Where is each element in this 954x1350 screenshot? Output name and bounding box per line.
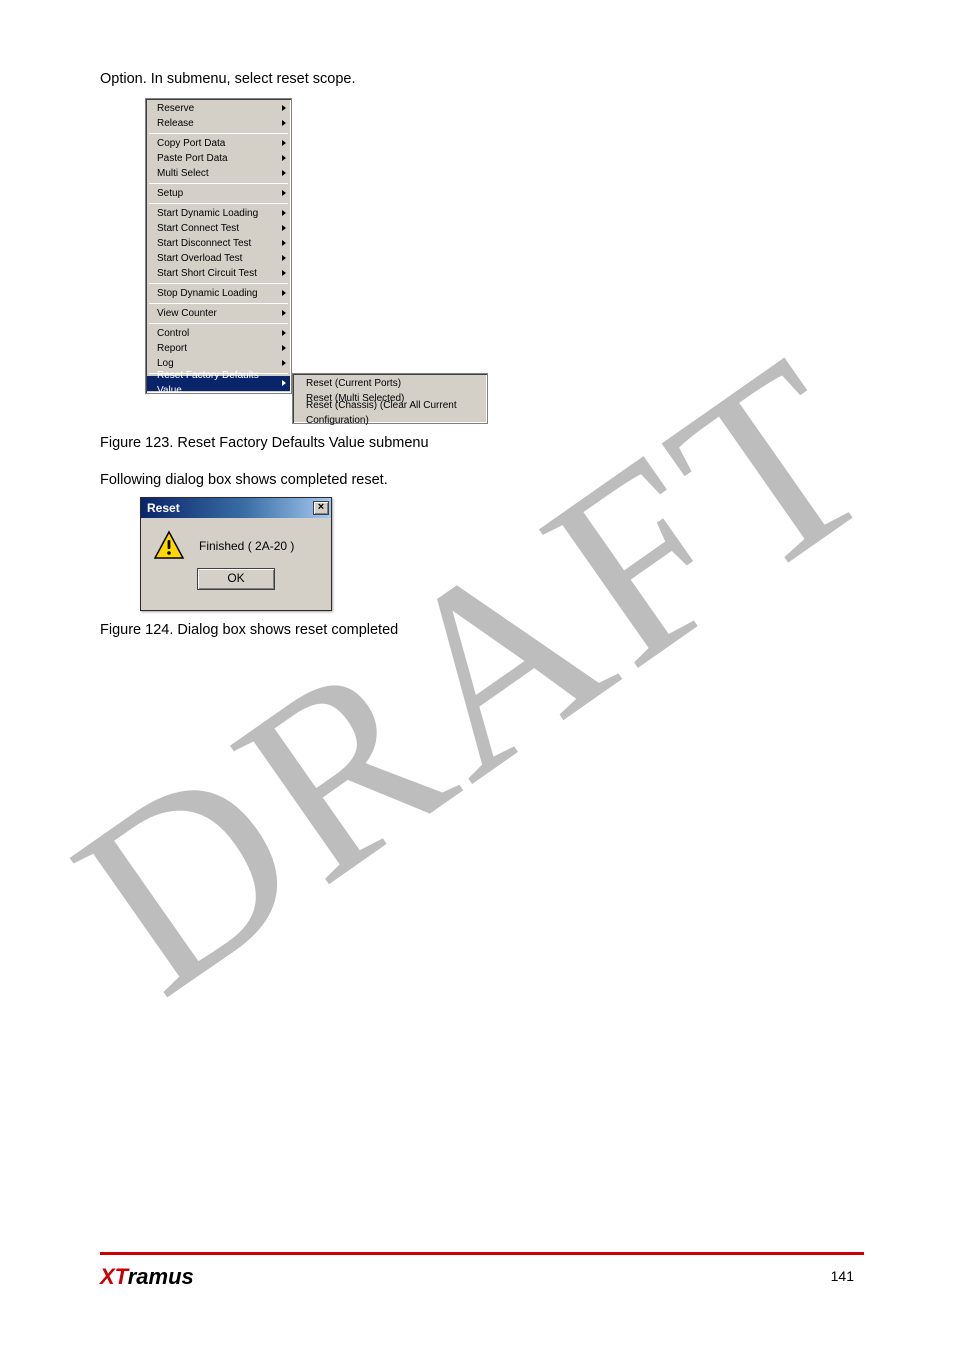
submenu-arrow-icon: [282, 270, 286, 276]
menu-item-start-dynamic-loading[interactable]: Start Dynamic Loading: [147, 206, 290, 221]
menu-item-label: Paste Port Data: [157, 151, 228, 166]
menu-item-label: Multi Select: [157, 166, 209, 181]
submenu-arrow-icon: [282, 105, 286, 111]
menu-item-control[interactable]: Control: [147, 326, 290, 341]
submenu-arrow-icon: [282, 190, 286, 196]
menu-item-label: Reserve: [157, 101, 194, 116]
menu-item-reserve[interactable]: Reserve: [147, 101, 290, 116]
footer-brand-prefix: XT: [100, 1264, 128, 1289]
menu-item-start-overload-test[interactable]: Start Overload Test: [147, 251, 290, 266]
menu-item-label: Report: [157, 341, 187, 356]
menu-item-paste-port-data[interactable]: Paste Port Data: [147, 151, 290, 166]
dialog-title: Reset: [147, 501, 180, 515]
menu-item-start-connect-test[interactable]: Start Connect Test: [147, 221, 290, 236]
submenu-arrow-icon: [282, 225, 286, 231]
submenu-arrow-icon: [282, 155, 286, 161]
submenu-arrow-icon: [282, 120, 286, 126]
menu-separator: [149, 283, 288, 284]
footer-brand-suffix: ramus: [128, 1264, 194, 1289]
submenu-arrow-icon: [282, 310, 286, 316]
intro-text: Option. In submenu, select reset scope.: [100, 70, 854, 90]
figure-124-caption: Figure 124. Dialog box shows reset compl…: [100, 621, 854, 641]
menu-item-copy-port-data[interactable]: Copy Port Data: [147, 136, 290, 151]
dialog-message: Finished ( 2A-20 ): [199, 539, 294, 553]
menu-item-label: Copy Port Data: [157, 136, 225, 151]
menu-item-label: Release: [157, 116, 194, 131]
submenu-arrow-icon: [282, 330, 286, 336]
submenu-arrow-icon: [282, 345, 286, 351]
menu-item-label: Control: [157, 326, 189, 341]
menu-separator: [149, 133, 288, 134]
reset-dialog: Reset × Finished ( 2A-20 ) OK: [140, 497, 332, 611]
figure-123-caption: Figure 123. Reset Factory Defaults Value…: [100, 434, 854, 454]
menu-item-label: Start Overload Test: [157, 251, 242, 266]
menu-item-multi-select[interactable]: Multi Select: [147, 166, 290, 181]
menu-separator: [149, 183, 288, 184]
menu-item-label: Start Disconnect Test: [157, 236, 251, 251]
footer-brand: XTramus: [100, 1264, 194, 1290]
submenu-arrow-icon: [282, 140, 286, 146]
menu-item-label: Stop Dynamic Loading: [157, 286, 258, 301]
menu-item-report[interactable]: Report: [147, 341, 290, 356]
menu-item-label: View Counter: [157, 306, 217, 321]
menu-item-label: Setup: [157, 186, 183, 201]
menu-separator: [149, 303, 288, 304]
submenu-arrow-icon: [282, 240, 286, 246]
menu-separator: [149, 323, 288, 324]
menu-item-label: Reset (Current Ports): [306, 376, 401, 391]
submenu-arrow-icon: [282, 380, 286, 386]
menu-item-release[interactable]: Release: [147, 116, 290, 131]
menu-item-label: Start Dynamic Loading: [157, 206, 258, 221]
warning-icon: [153, 530, 185, 562]
dialog-close-button[interactable]: ×: [313, 501, 329, 515]
result-intro-text: Following dialog box shows completed res…: [100, 471, 854, 491]
menu-item-label: Reset Factory Defaults Value: [157, 368, 282, 398]
menu-item-view-counter[interactable]: View Counter: [147, 306, 290, 321]
menu-item-start-disconnect-test[interactable]: Start Disconnect Test: [147, 236, 290, 251]
menu-separator: [149, 203, 288, 204]
dialog-body: Finished ( 2A-20 ): [141, 518, 331, 568]
ok-button[interactable]: OK: [197, 568, 275, 590]
dialog-titlebar: Reset ×: [141, 498, 331, 518]
submenu-arrow-icon: [282, 170, 286, 176]
submenu-arrow-icon: [282, 360, 286, 366]
dialog-button-row: OK: [141, 568, 331, 600]
submenu-arrow-icon: [282, 290, 286, 296]
submenu-arrow-icon: [282, 255, 286, 261]
menu-item-label: Reset (Chassis) (Clear All Current Confi…: [306, 398, 482, 428]
footer-page-number: 141: [831, 1268, 854, 1284]
submenu-arrow-icon: [282, 210, 286, 216]
page-content: Option. In submenu, select reset scope. …: [100, 50, 854, 1240]
menu-item-setup[interactable]: Setup: [147, 186, 290, 201]
menu-item-label: Start Short Circuit Test: [157, 266, 257, 281]
footer-rule: [100, 1252, 864, 1255]
context-menu: Reserve Release Copy Port Data Paste Por…: [145, 98, 292, 394]
menu-item-start-short-circuit-test[interactable]: Start Short Circuit Test: [147, 266, 290, 281]
menu-item-reset-factory-defaults[interactable]: Reset Factory Defaults Value: [147, 376, 290, 391]
context-submenu: Reset (Current Ports) Reset (Multi Selec…: [292, 373, 488, 424]
submenu-item-reset-current-ports[interactable]: Reset (Current Ports): [294, 376, 486, 391]
submenu-item-reset-chassis[interactable]: Reset (Chassis) (Clear All Current Confi…: [294, 406, 486, 421]
menu-item-label: Start Connect Test: [157, 221, 239, 236]
context-menu-figure: Reserve Release Copy Port Data Paste Por…: [145, 98, 725, 424]
menu-item-stop-dynamic-loading[interactable]: Stop Dynamic Loading: [147, 286, 290, 301]
